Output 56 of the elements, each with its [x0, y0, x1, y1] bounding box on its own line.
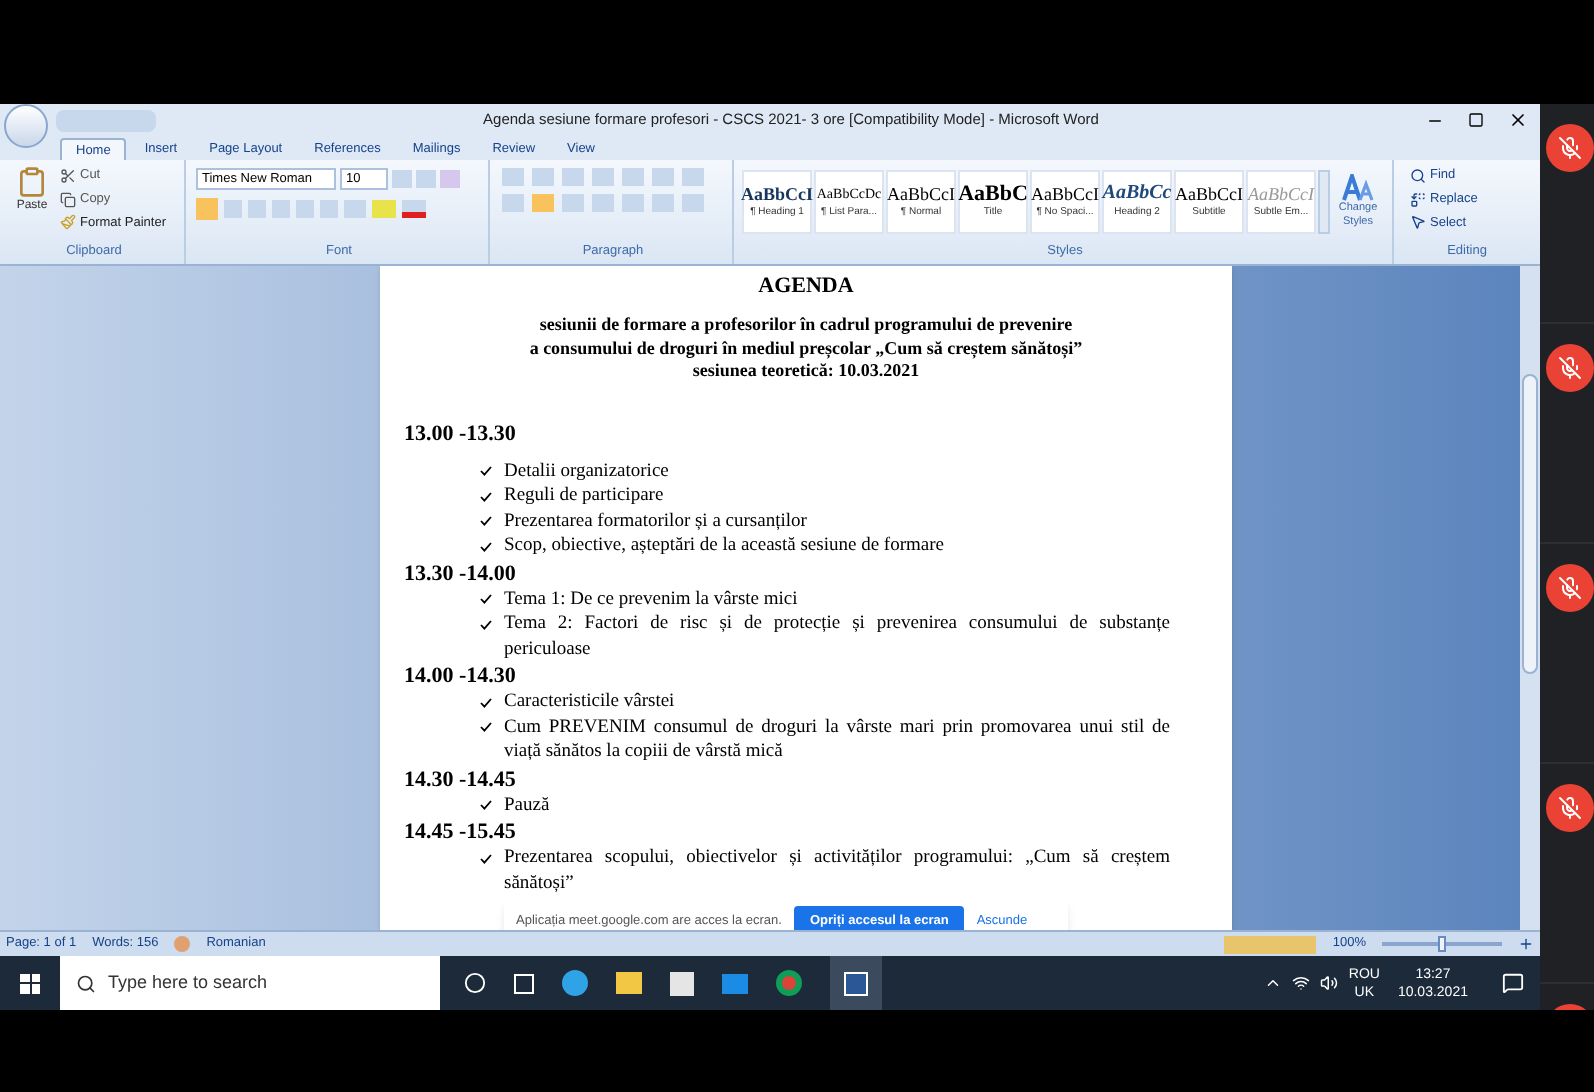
agenda-item: Tema 1: De ce prevenim la vârste mici — [504, 587, 800, 612]
check-mark-icon — [480, 541, 492, 552]
zoom-slider-thumb[interactable] — [1438, 936, 1446, 952]
chevron-up-icon[interactable] — [1264, 974, 1283, 992]
check-mark-icon — [480, 466, 492, 477]
agenda-item: Tema 2: Factori de risc și de protecție și prevenirea consumului de substanțe periculoase — [504, 612, 1170, 662]
clipboard-icon — [16, 166, 48, 198]
close-icon[interactable] — [1508, 110, 1528, 130]
time-heading: 13.00 -13.30 — [404, 419, 518, 447]
search-icon — [1410, 167, 1426, 184]
scissors-icon — [60, 167, 76, 184]
quick-access-toolbar — [56, 109, 156, 131]
scroll-thumb[interactable] — [1522, 374, 1538, 674]
subtitle-line: a consumului de droguri în mediul preșcolar „Cum să creștem sănătoși” — [529, 337, 1083, 360]
notification-icon[interactable] — [1502, 972, 1524, 994]
document-title: AGENDA — [758, 272, 854, 300]
check-mark-icon — [480, 697, 492, 708]
time-heading: 14.30 -14.45 — [404, 765, 518, 793]
paintbrush-icon — [60, 214, 76, 231]
search-field[interactable]: Type here to search — [60, 956, 440, 1010]
maximize-icon[interactable] — [1468, 112, 1484, 128]
task-view-icon[interactable] — [514, 973, 534, 993]
agenda-item: Prezentarea scopului, obiectivelor și activităților programului: „Cum să creștem sănătoși” — [504, 846, 1170, 896]
cortana-icon[interactable] — [464, 972, 486, 994]
proofing-icon — [174, 936, 191, 952]
check-mark-icon — [480, 800, 492, 811]
vertical-scrollbar[interactable] — [1520, 266, 1540, 930]
check-mark-icon — [480, 594, 492, 605]
agenda-item: Pauză — [504, 793, 552, 818]
agenda-item: Cum PREVENIM consumul de droguri la vârste mari prin promovarea unui stil de viață sănătos la copiii de vârstă mică — [504, 715, 1170, 765]
network-icon[interactable] — [1292, 974, 1311, 992]
search-icon — [76, 973, 96, 993]
check-mark-icon — [480, 491, 492, 502]
subtitle-line: sesiunea teoretică: 10.03.2021 — [692, 360, 920, 383]
time-heading: 14.00 -14.30 — [404, 662, 518, 690]
agenda-item: Prezentarea formatorilor și a cursanților — [504, 509, 809, 534]
time-heading: 13.30 -14.00 — [404, 559, 518, 587]
agenda-item: Detalii organizatorice — [504, 459, 671, 484]
styles-icon — [1342, 173, 1374, 201]
check-mark-icon — [480, 619, 492, 630]
check-mark-icon — [480, 722, 492, 733]
agenda-item: Reguli de participare — [504, 484, 666, 509]
time-heading: 14.45 -15.45 — [404, 818, 518, 846]
volume-icon[interactable] — [1320, 974, 1339, 992]
office-button[interactable] — [4, 104, 48, 148]
subtitle-line: sesiunii de formare a profesorilor în cadrul programului de prevenire — [539, 314, 1073, 337]
replace-icon — [1410, 191, 1426, 208]
pointer-icon — [1410, 214, 1426, 231]
copy-icon — [60, 191, 76, 208]
zoom-in-icon[interactable] — [1518, 936, 1534, 952]
agenda-item: Scop, obiective, așteptări de la această sesiune de formare — [504, 534, 946, 559]
styles-scrollbar[interactable] — [1318, 169, 1330, 233]
check-mark-icon — [480, 853, 492, 864]
word-app-icon[interactable] — [830, 956, 882, 1010]
check-mark-icon — [480, 516, 492, 527]
agenda-item: Caracteristicile vârstei — [504, 690, 677, 715]
